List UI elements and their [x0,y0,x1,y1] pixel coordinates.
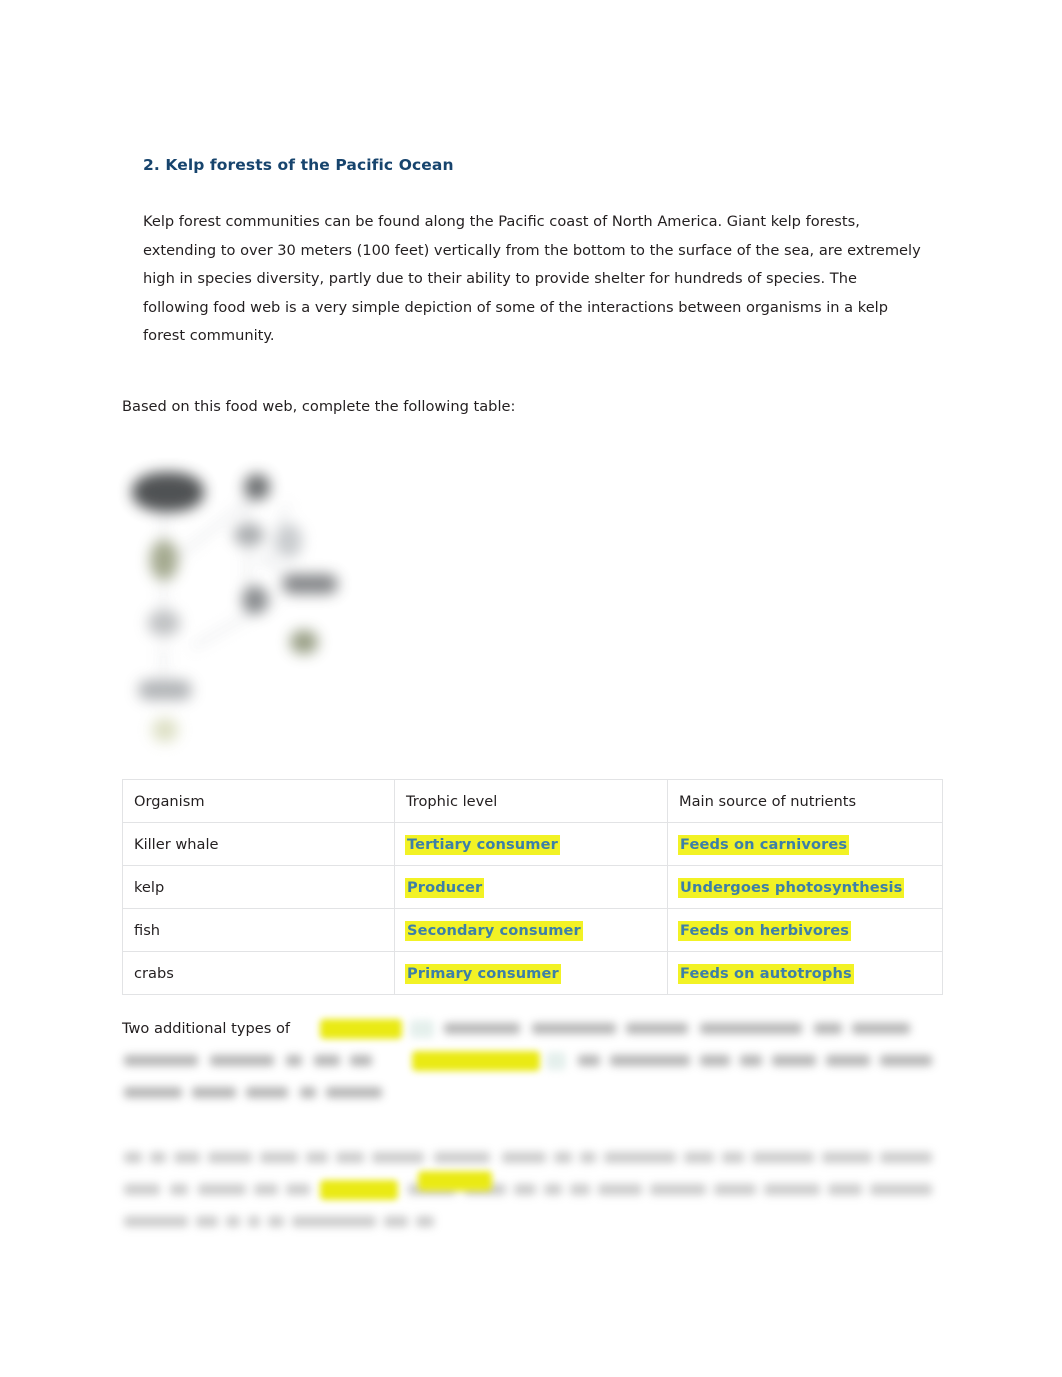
cell-organism: kelp [122,865,395,909]
table-instruction-text: Based on this food web, complete the fol… [122,398,516,415]
cell-trophic-level[interactable]: Tertiary consumer [394,822,668,866]
highlight-block [410,1020,434,1038]
highlighted-answer: Feeds on autotrophs [678,963,854,984]
table-row: kelp Producer Undergoes photosynthesis [122,865,943,909]
cell-trophic-level[interactable]: Producer [394,865,668,909]
cell-nutrient-source[interactable]: Feeds on autotrophs [667,951,943,995]
highlighted-answer: Feeds on carnivores [678,834,850,855]
redacted-paragraph-one: Two additional types of [122,1014,942,1110]
cell-trophic-level[interactable]: Secondary consumer [394,908,668,952]
highlighted-answer: Primary consumer [405,963,561,984]
page-title: 2. Kelp forests of the Pacific Ocean [143,156,454,174]
redacted-paragraph-two [122,1143,942,1239]
column-header-trophic-level: Trophic level [394,779,668,823]
cell-nutrient-source[interactable]: Feeds on carnivores [667,822,943,866]
highlight-block [320,1180,398,1200]
cell-organism: fish [122,908,395,952]
table-row: fish Secondary consumer Feeds on herbivo… [122,908,943,952]
highlighted-answer: Tertiary consumer [405,834,560,855]
column-header-nutrient-source: Main source of nutrients [667,779,943,823]
highlight-block [546,1052,566,1070]
organism-trophic-table: Organism Trophic level Main source of nu… [122,779,943,995]
cell-organism: Killer whale [122,822,395,866]
highlight-block [412,1051,540,1071]
cell-organism: crabs [122,951,395,995]
column-header-organism: Organism [122,779,395,823]
highlighted-answer: Secondary consumer [405,920,583,941]
cell-nutrient-source[interactable]: Feeds on herbivores [667,908,943,952]
kelp-forest-food-web-diagram [126,462,346,742]
highlight-block [320,1019,402,1039]
highlighted-answer: Producer [405,877,485,898]
cell-trophic-level[interactable]: Primary consumer [394,951,668,995]
highlighted-answer: Feeds on herbivores [678,920,852,941]
table-row: Killer whale Tertiary consumer Feeds on … [122,822,943,866]
highlight-block [418,1171,492,1191]
cell-nutrient-source[interactable]: Undergoes photosynthesis [667,865,943,909]
intro-paragraph: Kelp forest communities can be found alo… [143,213,921,345]
redacted-paragraph-lead-text: Two additional types of [122,1020,291,1037]
highlighted-answer: Undergoes photosynthesis [678,877,905,898]
table-row: crabs Primary consumer Feeds on autotrop… [122,951,943,995]
table-header-row: Organism Trophic level Main source of nu… [122,779,943,823]
document-page: 2. Kelp forests of the Pacific Ocean Kel… [0,0,1062,1377]
